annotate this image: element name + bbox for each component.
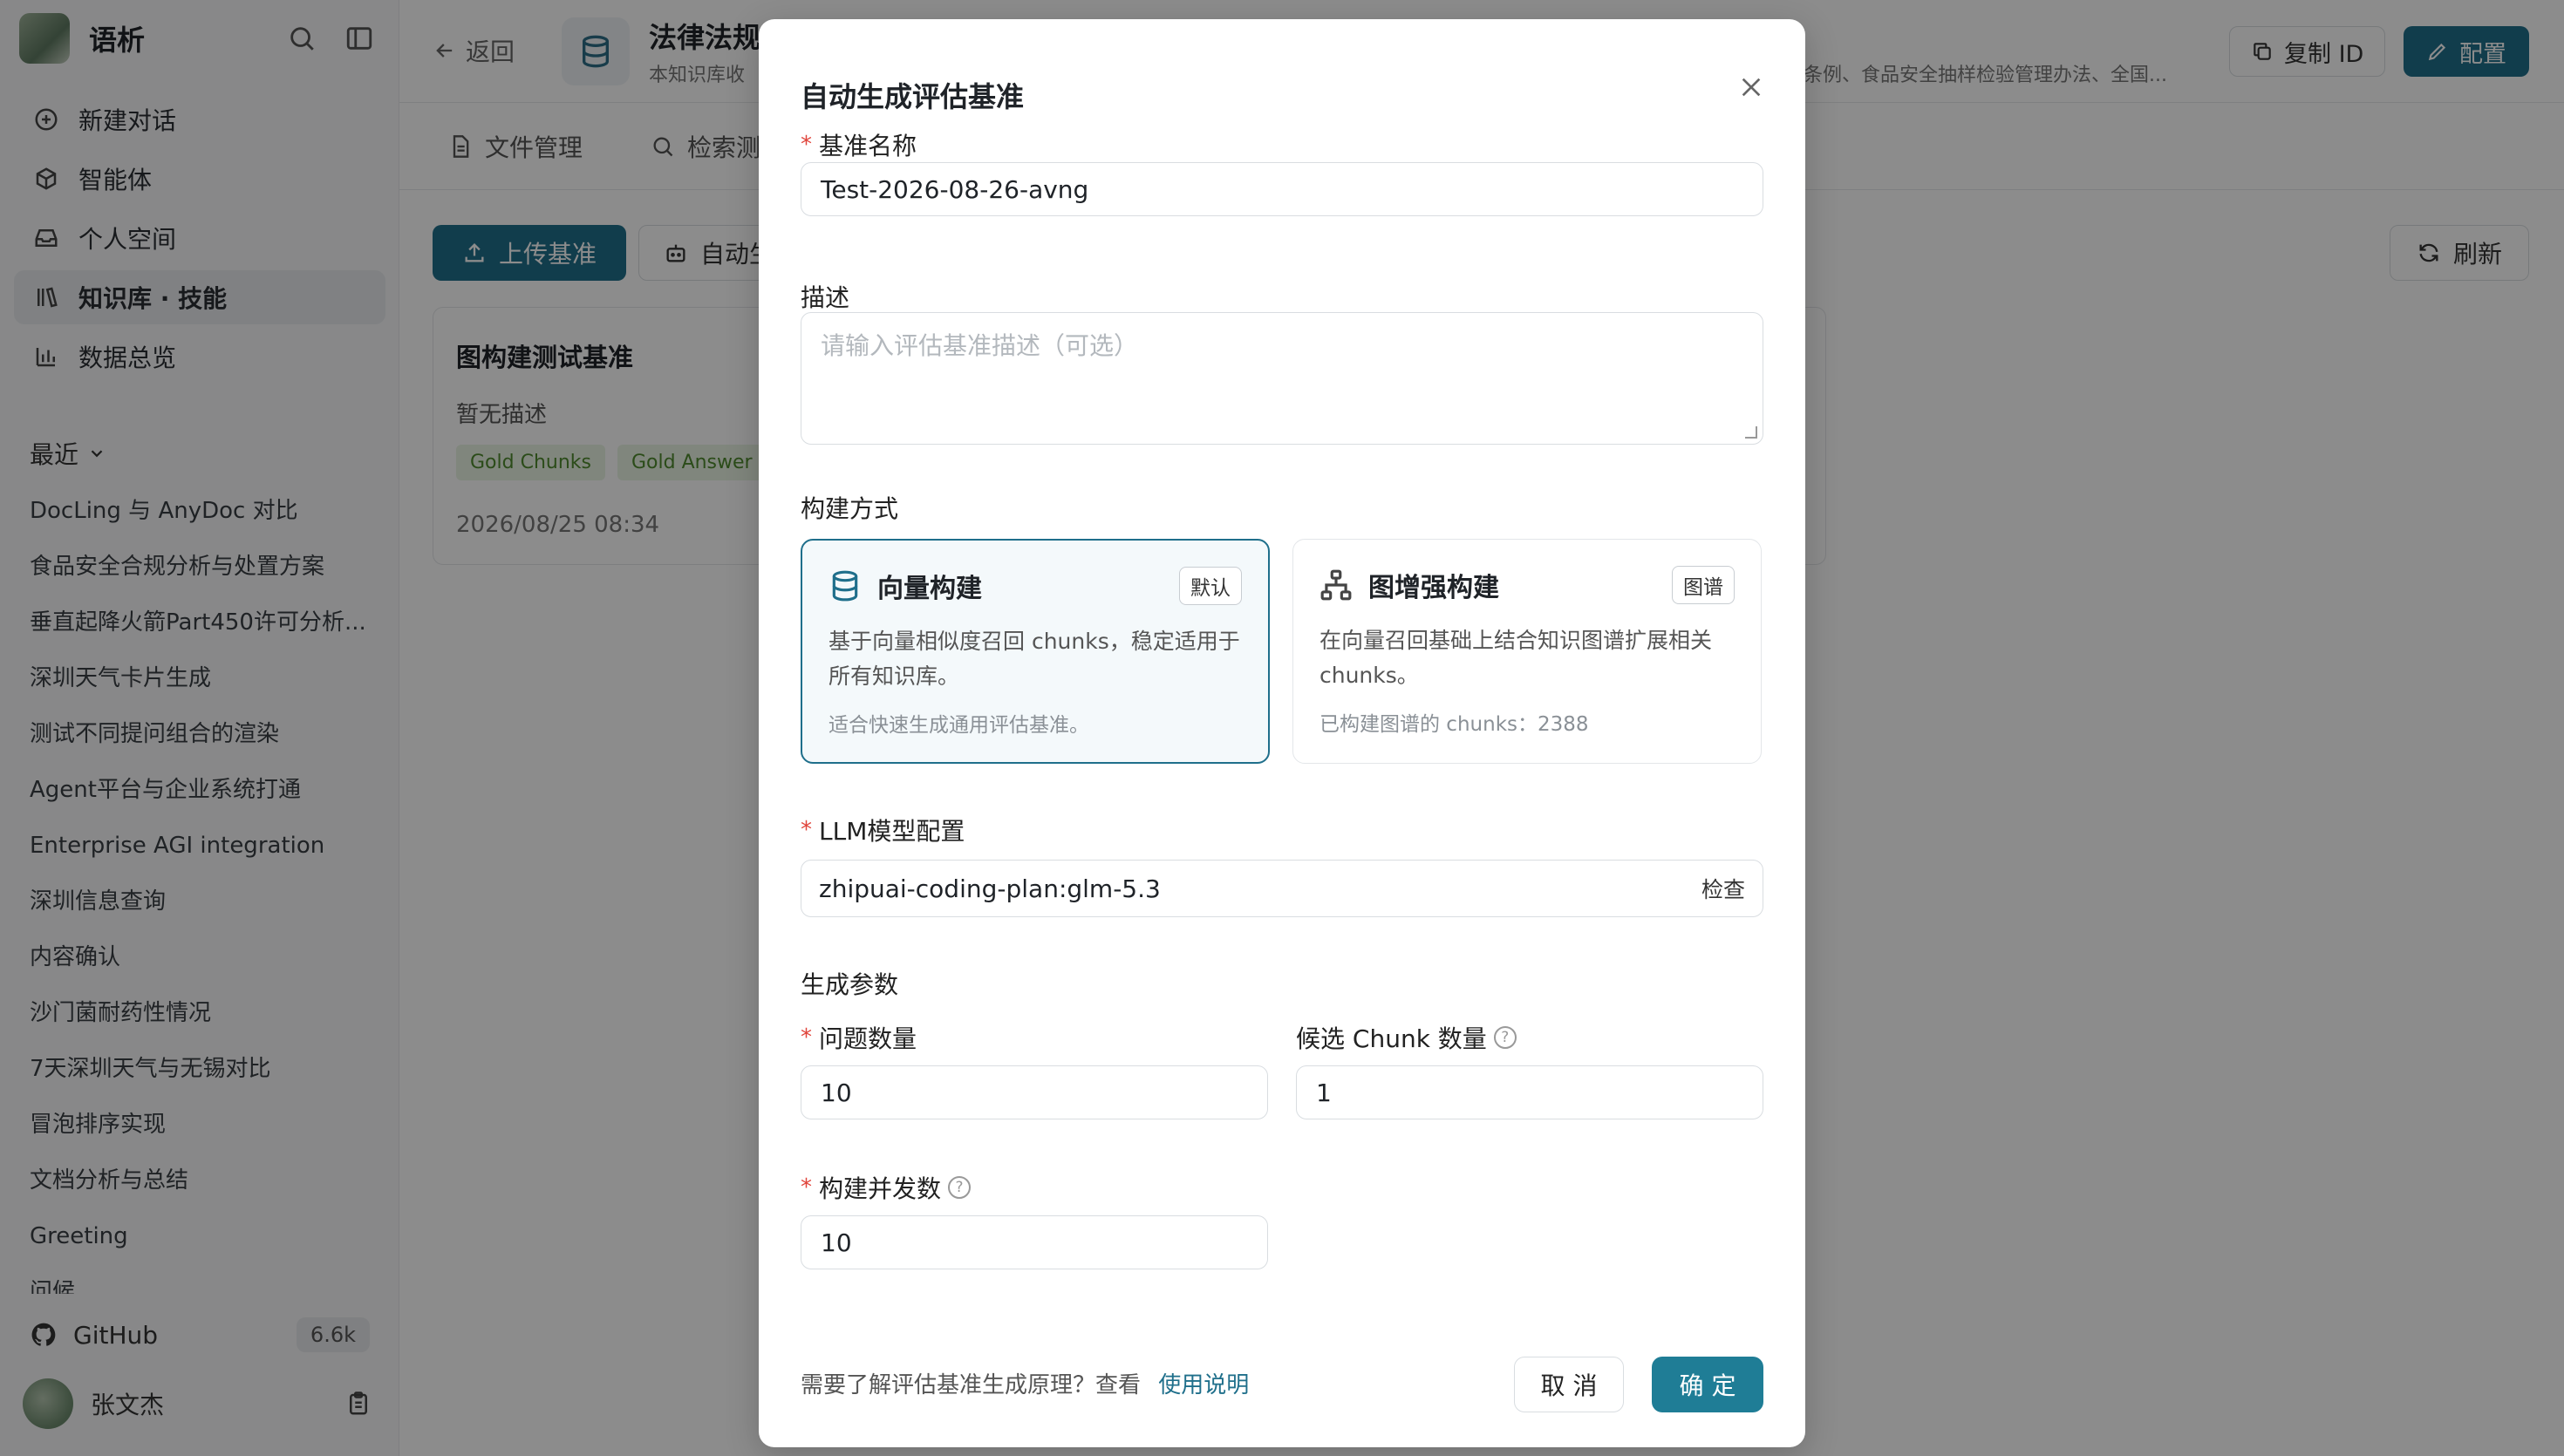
question-count-label-text: 问题数量 [819,1024,917,1053]
candidate-chunk-input[interactable]: 1 [1296,1065,1763,1119]
method-desc: 在向量召回基础上结合知识图谱扩展相关 chunks。 [1320,628,1713,688]
desc-label: 描述 [801,279,849,314]
concurrency-input[interactable]: 10 [801,1215,1268,1269]
candidate-chunk-value: 1 [1316,1078,1332,1107]
candidate-chunk-label: 候选 Chunk 数量 ? [1296,1020,1517,1055]
check-button[interactable]: 检查 [1701,873,1745,904]
resize-handle[interactable] [1745,426,1757,439]
question-count-value: 10 [821,1078,852,1107]
method-card-vector[interactable]: 向量构建 默认 基于向量相似度召回 chunks，稳定适用于所有知识库。 适合快… [801,539,1270,764]
desc-label-text: 描述 [801,283,850,312]
description-placeholder: 请输入评估基准描述（可选） [821,331,1139,360]
required-mark: * [801,1024,812,1051]
method-desc: 基于向量相似度召回 chunks，稳定适用于所有知识库。 [829,629,1240,689]
close-icon[interactable] [1732,68,1770,106]
method-foot: 已构建图谱的 chunks：2388 [1320,713,1589,736]
concurrency-value: 10 [821,1228,852,1257]
params-label: 生成参数 [801,966,898,1001]
method-title: 向量构建 [877,574,982,604]
required-mark: * [801,1174,812,1201]
graph-network-icon [1320,568,1353,602]
database-icon [829,569,862,602]
llm-model-selector[interactable]: zhipuai-coding-plan:glm-5.3 检查 [801,860,1763,917]
method-badge: 图谱 [1672,566,1735,604]
confirm-button[interactable]: 确 定 [1652,1357,1763,1412]
llm-label-text: LLM模型配置 [819,817,965,846]
method-card-graph[interactable]: 图增强构建 图谱 在向量召回基础上结合知识图谱扩展相关 chunks。 已构建图… [1292,539,1762,764]
question-count-input[interactable]: 10 [801,1065,1268,1119]
method-label-text: 构建方式 [801,494,899,523]
dialog-title: 自动生成评估基准 [801,80,1025,113]
question-count-label: * 问题数量 [801,1020,917,1055]
method-label: 构建方式 [801,490,898,525]
concurrency-label: * 构建并发数 ? [801,1170,972,1205]
auto-generate-dialog: 自动生成评估基准 * 基准名称 Test-2026-08-26-avng 描述 … [759,19,1805,1447]
benchmark-name-input[interactable]: Test-2026-08-26-avng [801,162,1763,216]
method-foot: 适合快速生成通用评估基准。 [829,714,1089,737]
benchmark-name-value: Test-2026-08-26-avng [821,174,1089,204]
dialog-footer-hint: 需要了解评估基准生成原理？查看 使用说明 [801,1367,1249,1399]
method-badge: 默认 [1179,567,1242,605]
help-icon[interactable]: ? [948,1176,972,1199]
usage-guide-link[interactable]: 使用说明 [1158,1372,1249,1398]
llm-label: * LLM模型配置 [801,813,965,847]
required-mark: * [801,817,812,843]
name-label: * 基准名称 [801,127,917,162]
description-textarea[interactable]: 请输入评估基准描述（可选） [801,312,1763,445]
method-title: 图增强构建 [1368,573,1499,603]
candidate-chunk-label-text: 候选 Chunk 数量 [1296,1024,1487,1053]
footer-hint-text: 需要了解评估基准生成原理？查看 [801,1372,1142,1398]
required-mark: * [801,132,812,158]
concurrency-label-text: 构建并发数 [819,1174,942,1203]
cancel-button[interactable]: 取 消 [1514,1357,1624,1412]
help-icon[interactable]: ? [1493,1026,1517,1049]
params-label-text: 生成参数 [801,970,899,999]
llm-model-value: zhipuai-coding-plan:glm-5.3 [819,874,1161,903]
name-label-text: 基准名称 [819,132,917,160]
